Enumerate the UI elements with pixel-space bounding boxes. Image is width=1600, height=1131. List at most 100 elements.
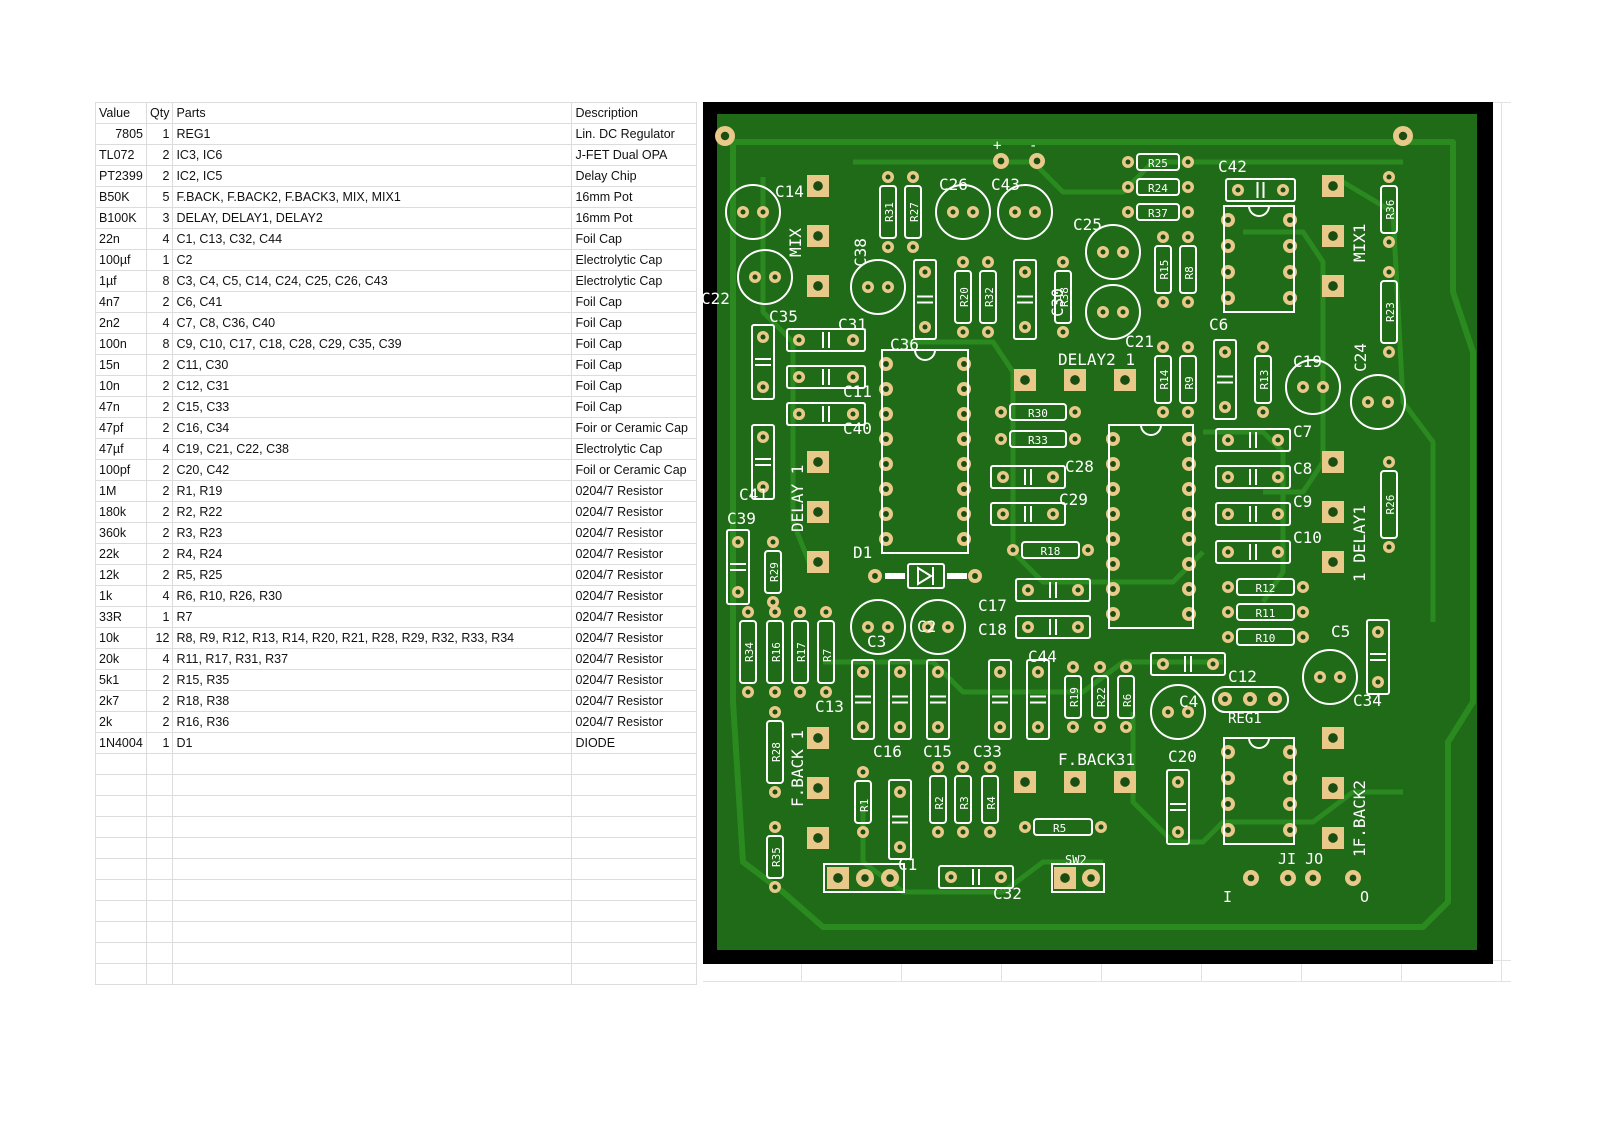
- cell-value[interactable]: 1M: [95, 480, 147, 502]
- empty-cell[interactable]: [95, 816, 147, 838]
- empty-cell[interactable]: [172, 942, 573, 964]
- cell-qty[interactable]: 2: [145, 375, 174, 397]
- cell-parts[interactable]: R3, R23: [172, 522, 573, 544]
- cell-value[interactable]: 2k7: [95, 690, 147, 712]
- cell-value[interactable]: 22n: [95, 228, 147, 250]
- cell-qty[interactable]: 2: [145, 354, 174, 376]
- cell-parts[interactable]: C20, C42: [172, 459, 573, 481]
- cell-value[interactable]: 100pf: [95, 459, 147, 481]
- cell-value[interactable]: 1N4004: [95, 732, 147, 754]
- cell-parts[interactable]: R11, R17, R31, R37: [172, 648, 573, 670]
- cell-parts[interactable]: C15, C33: [172, 396, 573, 418]
- cell-value[interactable]: B50K: [95, 186, 147, 208]
- cell-value[interactable]: 47n: [95, 396, 147, 418]
- cell-description[interactable]: 0204/7 Resistor: [571, 669, 698, 691]
- cell-qty[interactable]: 2: [145, 690, 174, 712]
- cell-value[interactable]: 2k: [95, 711, 147, 733]
- empty-cell[interactable]: [145, 921, 174, 943]
- cell-description[interactable]: Foil Cap: [571, 354, 698, 376]
- cell-parts[interactable]: R4, R24: [172, 543, 573, 565]
- cell-description[interactable]: 0204/7 Resistor: [571, 564, 698, 586]
- cell-description[interactable]: Foil or Ceramic Cap: [571, 459, 698, 481]
- cell-qty[interactable]: 4: [145, 438, 174, 460]
- empty-cell[interactable]: [571, 774, 698, 796]
- empty-cell[interactable]: [571, 795, 698, 817]
- cell-parts[interactable]: R6, R10, R26, R30: [172, 585, 573, 607]
- cell-value[interactable]: 180k: [95, 501, 147, 523]
- cell-value[interactable]: 12k: [95, 564, 147, 586]
- cell-parts[interactable]: F.BACK, F.BACK2, F.BACK3, MIX, MIX1: [172, 186, 573, 208]
- cell-description[interactable]: 0204/7 Resistor: [571, 480, 698, 502]
- empty-cell[interactable]: [145, 942, 174, 964]
- cell-qty[interactable]: 12: [145, 627, 174, 649]
- empty-cell[interactable]: [145, 774, 174, 796]
- cell-qty[interactable]: 5: [145, 186, 174, 208]
- cell-value[interactable]: 47pf: [95, 417, 147, 439]
- empty-cell[interactable]: [172, 963, 573, 985]
- cell-description[interactable]: 0204/7 Resistor: [571, 690, 698, 712]
- cell-qty[interactable]: 1: [145, 249, 174, 271]
- cell-parts[interactable]: R18, R38: [172, 690, 573, 712]
- cell-parts[interactable]: C3, C4, C5, C14, C24, C25, C26, C43: [172, 270, 573, 292]
- cell-description[interactable]: Foil Cap: [571, 228, 698, 250]
- cell-qty[interactable]: 4: [145, 228, 174, 250]
- cell-description[interactable]: DIODE: [571, 732, 698, 754]
- cell-description[interactable]: Delay Chip: [571, 165, 698, 187]
- cell-qty[interactable]: 2: [145, 543, 174, 565]
- empty-cell[interactable]: [571, 753, 698, 775]
- column-header-parts[interactable]: Parts: [172, 102, 573, 124]
- cell-description[interactable]: 0204/7 Resistor: [571, 648, 698, 670]
- empty-cell[interactable]: [172, 795, 573, 817]
- cell-value[interactable]: 10k: [95, 627, 147, 649]
- cell-parts[interactable]: R2, R22: [172, 501, 573, 523]
- column-header-description[interactable]: Description: [571, 102, 698, 124]
- empty-cell[interactable]: [145, 879, 174, 901]
- cell-description[interactable]: Foil Cap: [571, 312, 698, 334]
- empty-cell[interactable]: [95, 753, 147, 775]
- cell-value[interactable]: 5k1: [95, 669, 147, 691]
- cell-qty[interactable]: 1: [145, 606, 174, 628]
- cell-parts[interactable]: C2: [172, 249, 573, 271]
- empty-cell[interactable]: [145, 753, 174, 775]
- cell-description[interactable]: 0204/7 Resistor: [571, 585, 698, 607]
- cell-description[interactable]: 0204/7 Resistor: [571, 627, 698, 649]
- empty-cell[interactable]: [172, 900, 573, 922]
- empty-cell[interactable]: [172, 921, 573, 943]
- empty-cell[interactable]: [95, 921, 147, 943]
- empty-cell[interactable]: [95, 963, 147, 985]
- empty-cell[interactable]: [95, 900, 147, 922]
- empty-cell[interactable]: [145, 816, 174, 838]
- cell-parts[interactable]: REG1: [172, 123, 573, 145]
- cell-value[interactable]: 22k: [95, 543, 147, 565]
- cell-parts[interactable]: IC2, IC5: [172, 165, 573, 187]
- cell-description[interactable]: 0204/7 Resistor: [571, 606, 698, 628]
- empty-cell[interactable]: [172, 753, 573, 775]
- empty-cell[interactable]: [95, 795, 147, 817]
- empty-cell[interactable]: [172, 837, 573, 859]
- column-header-value[interactable]: Value: [95, 102, 147, 124]
- empty-cell[interactable]: [571, 921, 698, 943]
- cell-qty[interactable]: 2: [145, 396, 174, 418]
- cell-value[interactable]: 15n: [95, 354, 147, 376]
- empty-cell[interactable]: [95, 942, 147, 964]
- cell-parts[interactable]: D1: [172, 732, 573, 754]
- cell-qty[interactable]: 2: [145, 522, 174, 544]
- empty-cell[interactable]: [172, 879, 573, 901]
- cell-value[interactable]: 2n2: [95, 312, 147, 334]
- cell-qty[interactable]: 1: [145, 732, 174, 754]
- cell-description[interactable]: Electrolytic Cap: [571, 270, 698, 292]
- cell-parts[interactable]: C6, C41: [172, 291, 573, 313]
- cell-value[interactable]: PT2399: [95, 165, 147, 187]
- cell-value[interactable]: 1µf: [95, 270, 147, 292]
- cell-qty[interactable]: 2: [145, 417, 174, 439]
- cell-qty[interactable]: 4: [145, 585, 174, 607]
- cell-qty[interactable]: 8: [145, 270, 174, 292]
- cell-parts[interactable]: C1, C13, C32, C44: [172, 228, 573, 250]
- cell-parts[interactable]: R16, R36: [172, 711, 573, 733]
- cell-description[interactable]: Electrolytic Cap: [571, 438, 698, 460]
- empty-cell[interactable]: [172, 774, 573, 796]
- empty-cell[interactable]: [172, 816, 573, 838]
- cell-qty[interactable]: 2: [145, 564, 174, 586]
- cell-parts[interactable]: C7, C8, C36, C40: [172, 312, 573, 334]
- empty-cell[interactable]: [172, 858, 573, 880]
